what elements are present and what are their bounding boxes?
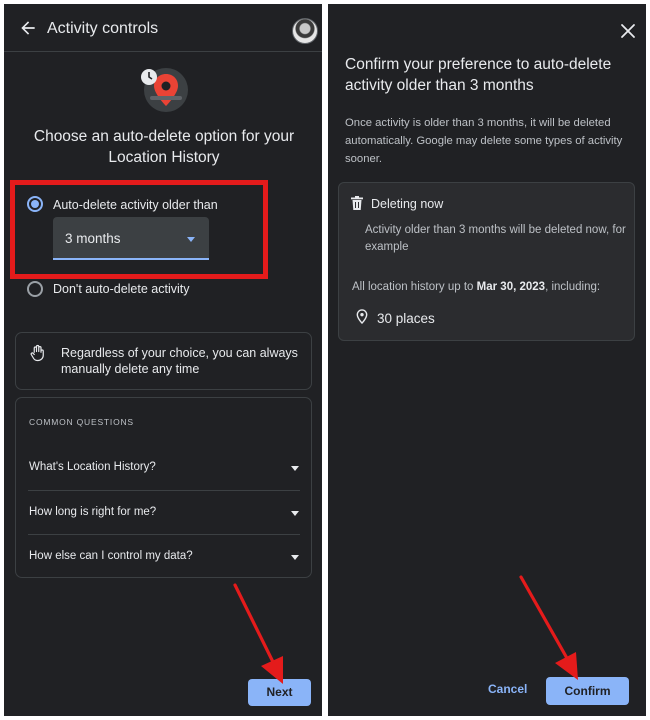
back-arrow-icon[interactable] <box>18 18 38 38</box>
history-prefix: All location history up to <box>352 281 477 293</box>
duration-select[interactable]: 3 months <box>53 217 209 260</box>
manual-delete-note: Regardless of your choice, you can alway… <box>15 332 312 390</box>
chevron-down-icon <box>291 555 299 560</box>
annotation-arrow-icon <box>519 575 578 680</box>
faq-item[interactable]: How else can I control my data? <box>28 534 300 578</box>
common-questions-card: COMMON QUESTIONS What's Location History… <box>15 397 312 578</box>
dont-auto-delete-radio[interactable] <box>27 281 43 297</box>
dont-auto-delete-label[interactable]: Don't auto-delete activity <box>53 282 190 296</box>
trash-icon <box>351 196 363 210</box>
chevron-down-icon <box>291 511 299 516</box>
faq-item-label: What's Location History? <box>29 461 156 473</box>
faq-item[interactable]: What's Location History? <box>28 446 300 490</box>
faq-item-label: How else can I control my data? <box>29 550 193 562</box>
activity-controls-screen: Activity controls Choose an auto-delete … <box>4 4 322 716</box>
manual-delete-note-text: Regardless of your choice, you can alway… <box>61 346 298 376</box>
deleting-now-title: Deleting now <box>371 197 444 211</box>
confirm-dialog-title: Confirm your preference to auto-delete a… <box>345 56 612 94</box>
next-button[interactable]: Next <box>248 679 311 706</box>
faq-item[interactable]: How long is right for me? <box>28 490 300 534</box>
chevron-down-icon <box>291 466 299 471</box>
history-suffix: , including: <box>545 281 601 293</box>
common-questions-heading: COMMON QUESTIONS <box>29 417 134 427</box>
location-history-summary: All location history up to Mar 30, 2023,… <box>352 281 632 293</box>
confirm-dialog-description: Once activity is older than 3 months, it… <box>345 117 623 165</box>
deleting-now-card: Deleting now Activity older than 3 month… <box>338 182 635 341</box>
auto-delete-radio[interactable] <box>27 196 43 212</box>
deleting-now-description: Activity older than 3 months will be del… <box>365 224 626 253</box>
confirm-button[interactable]: Confirm <box>546 677 629 705</box>
history-date: Mar 30, 2023 <box>476 281 546 293</box>
location-history-illustration <box>141 68 188 112</box>
avatar[interactable] <box>292 18 318 44</box>
dropdown-arrow-icon <box>187 237 195 242</box>
places-count: 30 places <box>377 311 435 326</box>
hand-icon <box>30 344 44 362</box>
cancel-button[interactable]: Cancel <box>488 682 527 696</box>
location-pin-icon <box>356 309 368 324</box>
confirm-dialog-screen: Confirm your preference to auto-delete a… <box>328 4 646 716</box>
faq-item-label: How long is right for me? <box>29 506 157 518</box>
duration-select-value: 3 months <box>65 231 121 246</box>
page-title: Activity controls <box>47 20 159 37</box>
annotation-arrow-icon <box>233 583 283 684</box>
auto-delete-label[interactable]: Auto-delete activity older than <box>53 198 218 212</box>
close-icon[interactable] <box>620 23 636 39</box>
app-bar: Activity controls <box>4 4 322 52</box>
section-heading: Choose an auto-delete option for your Lo… <box>33 128 295 166</box>
